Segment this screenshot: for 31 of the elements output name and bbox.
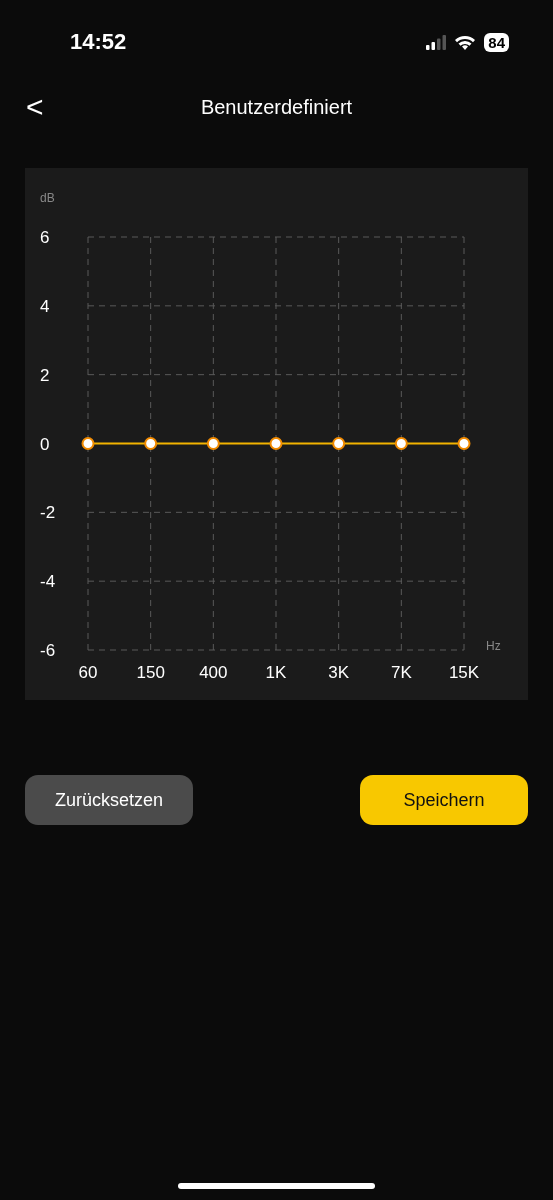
y-tick-label: 0 bbox=[40, 434, 50, 454]
y-tick-label: -2 bbox=[40, 503, 56, 523]
x-tick-label: 15K bbox=[448, 663, 480, 682]
save-button[interactable]: Speichern bbox=[360, 775, 528, 825]
clock-time: 14:52 bbox=[70, 29, 128, 55]
wifi-icon bbox=[454, 34, 477, 50]
band-handle[interactable] bbox=[206, 437, 220, 450]
y-tick-label: 4 bbox=[40, 296, 50, 316]
band-handle[interactable] bbox=[144, 437, 158, 450]
y-tick-label: 6 bbox=[40, 228, 50, 247]
band-handle[interactable] bbox=[81, 437, 95, 450]
band-handle[interactable] bbox=[457, 437, 471, 450]
x-tick-label: 400 bbox=[199, 663, 228, 682]
screen-title: Benutzerdefiniert bbox=[200, 95, 353, 119]
reset-button[interactable]: Zurücksetzen bbox=[25, 775, 193, 825]
y-tick-label: 2 bbox=[40, 365, 50, 385]
battery-level: 84 bbox=[484, 32, 509, 52]
signal-icon bbox=[426, 34, 447, 50]
band-handle[interactable] bbox=[332, 437, 346, 450]
y-tick-label: -6 bbox=[40, 641, 56, 660]
y-tick-label: -4 bbox=[40, 572, 56, 592]
x-tick-label: 3K bbox=[328, 663, 350, 682]
band-handle[interactable] bbox=[394, 437, 408, 450]
x-tick-label: 60 bbox=[78, 663, 98, 682]
band-handle[interactable] bbox=[269, 437, 283, 450]
y-axis-label: dB bbox=[40, 191, 55, 205]
x-axis-label: Hz bbox=[486, 639, 501, 653]
x-tick-label: 150 bbox=[136, 663, 165, 682]
x-tick-label: 7K bbox=[390, 663, 412, 682]
back-button[interactable]: < bbox=[20, 90, 50, 124]
x-tick-label: 1K bbox=[265, 663, 287, 682]
